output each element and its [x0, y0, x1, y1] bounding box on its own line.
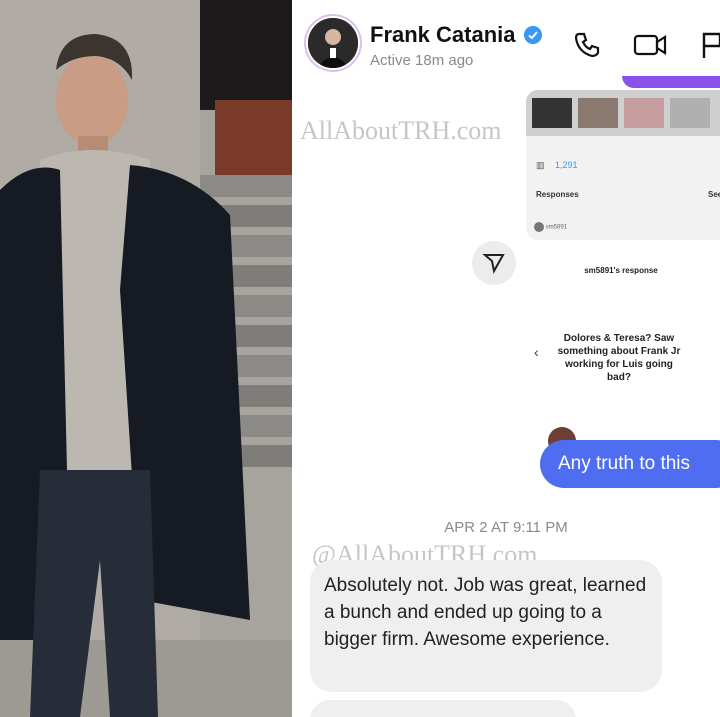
- avatar-image: [308, 18, 358, 68]
- incoming-message-partial: [310, 700, 576, 717]
- man-photo: [0, 0, 292, 717]
- incoming-message-text: Absolutely not. Job was great, learned a…: [324, 575, 647, 650]
- story-question: Dolores & Teresa? Saw something about Fr…: [557, 333, 681, 383]
- shared-story-screenshot[interactable]: ▥ 1,291 Responses See sm5891: [526, 90, 720, 240]
- chat-panel: Frank Catania Active 18m ago ▥ 1,291 Res…: [292, 0, 720, 717]
- chart-icon: ▥: [536, 160, 545, 170]
- incoming-message: Absolutely not. Job was great, learned a…: [310, 560, 662, 692]
- story-thumbnail-strip: [526, 90, 720, 136]
- active-status: Active 18m ago: [370, 52, 474, 69]
- response-heading: sm5891's response: [584, 266, 658, 275]
- video-icon[interactable]: [632, 30, 668, 60]
- message-timestamp: APR 2 AT 9:11 PM: [444, 519, 568, 536]
- story-response-card: sm5891's response ‹ Dolores & Teresa? Sa…: [526, 252, 720, 412]
- photo-panel: [0, 0, 292, 717]
- chevron-left-icon[interactable]: ‹: [534, 344, 539, 360]
- responses-label: Responses: [536, 190, 579, 199]
- verified-badge-icon: [524, 26, 542, 44]
- outgoing-message: Any truth to this: [540, 440, 720, 488]
- phone-icon[interactable]: [572, 30, 602, 60]
- responder-name: sm5891: [545, 224, 568, 231]
- previous-message-bubble: [622, 76, 720, 88]
- send-icon: [482, 254, 505, 274]
- likes-count: 1,291: [555, 160, 578, 170]
- flag-icon[interactable]: [700, 30, 720, 60]
- outgoing-message-text: Any truth to this: [558, 453, 691, 474]
- contact-name[interactable]: Frank Catania: [370, 22, 516, 48]
- watermark: AllAboutTRH.com: [300, 116, 502, 145]
- user-avatar: [534, 222, 544, 232]
- avatar[interactable]: [308, 18, 358, 68]
- share-button[interactable]: [472, 241, 516, 285]
- see-label: See: [708, 190, 720, 199]
